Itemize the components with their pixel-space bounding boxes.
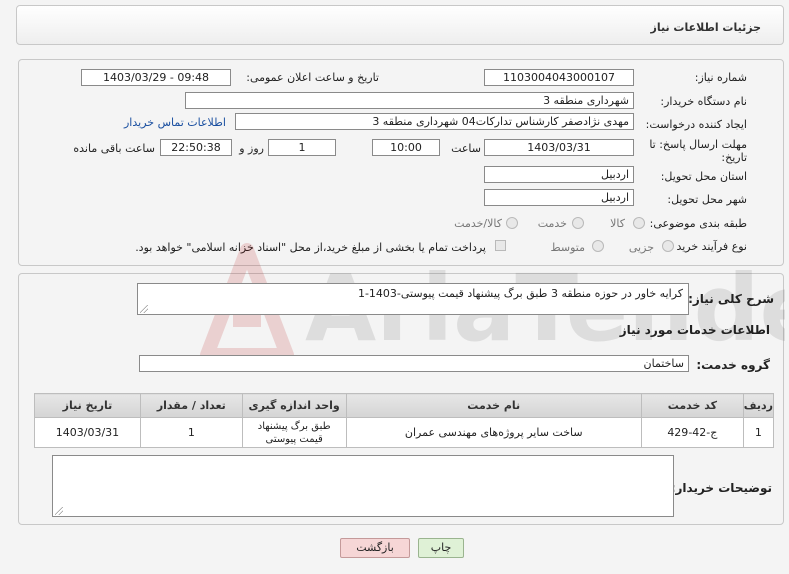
remaining-time-field: 22:50:38	[160, 139, 232, 156]
deadline-date-field: 1403/03/31	[484, 139, 634, 156]
category-option-goods-service: کالا/خدمت	[454, 217, 502, 230]
creator-label: ایجاد کننده درخواست:	[645, 118, 747, 131]
summary-text: کرایه خاور در حوزه منطقه 3 طبق برگ پیشنه…	[357, 287, 683, 300]
process-label: نوع فرآیند خرید :	[669, 240, 747, 253]
col-code: کد خدمت	[640, 393, 744, 418]
cell-date: 1403/03/31	[34, 417, 141, 448]
category-label: طبقه بندی موضوعی:	[649, 217, 747, 230]
buyer-contact-link[interactable]: اطلاعات تماس خریدار	[124, 116, 226, 129]
col-name: نام خدمت	[345, 393, 642, 418]
province-field: اردبیل	[484, 166, 634, 183]
cell-name: ساخت سایر پروژه‌های مهندسی عمران	[345, 417, 642, 448]
category-option-goods: کالا	[610, 217, 625, 230]
buyer-notes-textarea[interactable]	[52, 455, 674, 517]
cell-code: ج-42-429	[640, 417, 744, 448]
service-group-label: گروه خدمت:	[696, 358, 770, 372]
back-button[interactable]: بازگشت	[340, 538, 410, 558]
process-option-medium: متوسط	[550, 241, 585, 254]
cell-row: 1	[742, 417, 775, 448]
category-radio-goods-service[interactable]	[506, 217, 518, 229]
resize-handle-icon[interactable]	[140, 305, 148, 313]
summary-label: شرح کلی نیاز:	[688, 292, 774, 306]
city-field: اردبیل	[484, 189, 634, 206]
announce-label: تاریخ و ساعت اعلان عمومی:	[246, 71, 379, 84]
page-title: جزئیات اطلاعات نیاز	[650, 21, 762, 34]
payment-note: پرداخت تمام یا بخشی از مبلغ خرید،از محل …	[135, 241, 486, 254]
days-field: 1	[268, 139, 336, 156]
province-label: استان محل تحویل:	[660, 170, 747, 183]
summary-textarea[interactable]: کرایه خاور در حوزه منطقه 3 طبق برگ پیشنه…	[137, 283, 689, 315]
buyer-notes-label: توضیحات خریدار:	[670, 481, 772, 495]
need-number-field: 1103004043000107	[484, 69, 634, 86]
col-row: ردیف	[742, 393, 775, 418]
buyer-field: شهرداری منطقه 3	[185, 92, 634, 109]
category-option-service: خدمت	[537, 217, 567, 230]
print-button[interactable]: چاپ	[418, 538, 464, 558]
category-radio-service[interactable]	[572, 217, 584, 229]
table-header-row: ردیف کد خدمت نام خدمت واحد اندازه گیری ت…	[34, 393, 775, 418]
cell-qty: 1	[139, 417, 243, 448]
days-label: روز و	[239, 142, 264, 155]
process-option-minor: جزیی	[628, 241, 654, 254]
service-group-field: ساختمان	[139, 355, 689, 372]
table-row: 1 ج-42-429 ساخت سایر پروژه‌های مهندسی عم…	[34, 417, 775, 448]
need-info-section	[18, 59, 784, 266]
col-unit: واحد اندازه گیری	[241, 393, 347, 418]
col-qty: تعداد / مقدار	[139, 393, 243, 418]
col-date: تاریخ نیاز	[34, 393, 141, 418]
remaining-label: ساعت باقی مانده	[73, 142, 155, 155]
buyer-label: نام دستگاه خریدار:	[660, 95, 747, 108]
treasury-checkbox[interactable]	[495, 240, 506, 251]
process-radio-medium[interactable]	[592, 240, 604, 252]
resize-handle-icon[interactable]	[55, 507, 63, 515]
deadline-label: مهلت ارسال پاسخ: تا	[649, 138, 747, 151]
announce-field: 1403/03/29 - 09:48	[81, 69, 231, 86]
process-radio-minor[interactable]	[662, 240, 674, 252]
deadline-label-date: تاریخ:	[721, 151, 747, 164]
deadline-time-field: 10:00	[372, 139, 440, 156]
services-table: ردیف کد خدمت نام خدمت واحد اندازه گیری ت…	[34, 393, 775, 448]
services-heading: اطلاعات خدمات مورد نیاز	[619, 323, 770, 337]
cell-unit: طبق برگ پیشنهاد قیمت پیوستی	[241, 417, 347, 448]
city-label: شهر محل تحویل:	[667, 193, 747, 206]
category-radio-goods[interactable]	[633, 217, 645, 229]
creator-field: مهدی نژادصفر کارشناس تدارکات04 شهرداری م…	[235, 113, 634, 130]
deadline-time-label: ساعت	[451, 142, 481, 155]
need-number-label: شماره نیاز:	[694, 71, 747, 84]
